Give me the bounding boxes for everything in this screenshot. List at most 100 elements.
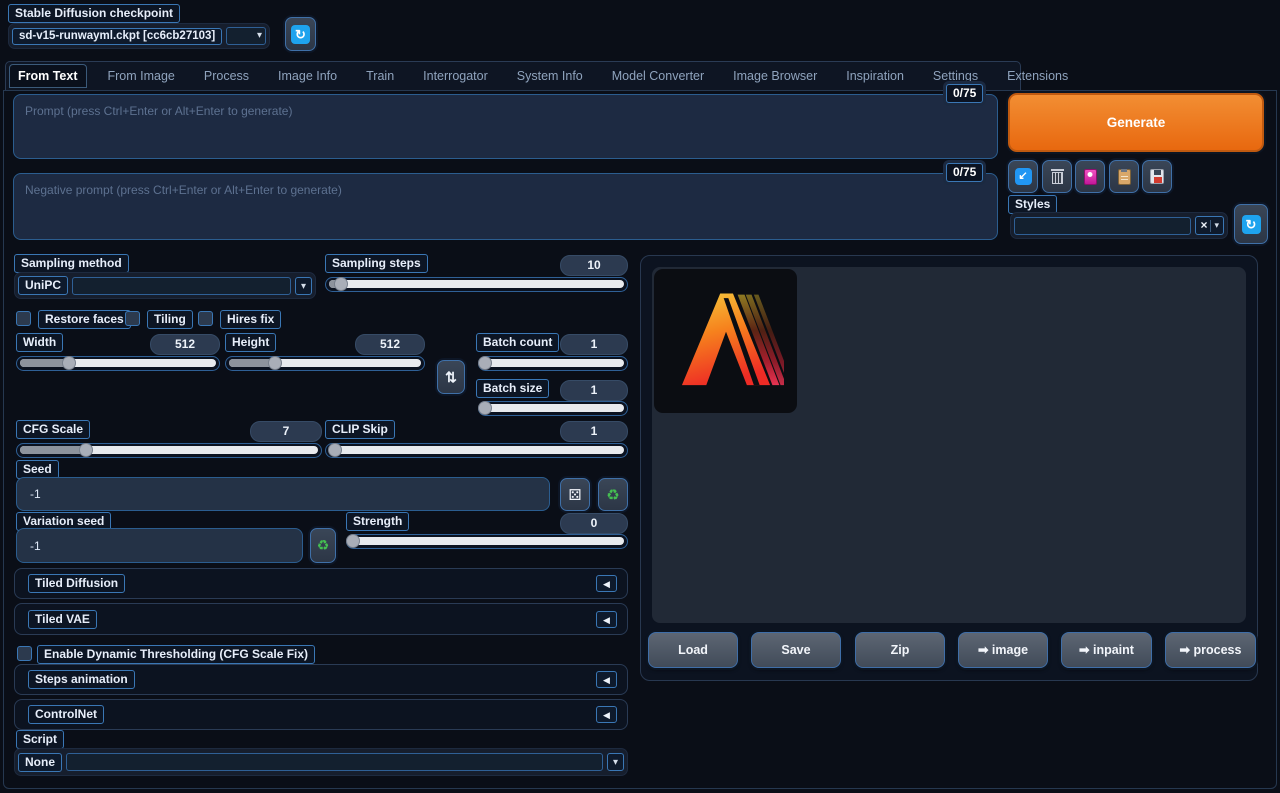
controlnet-label: ControlNet bbox=[28, 705, 104, 724]
height-slider[interactable] bbox=[225, 356, 425, 371]
height-label: Height bbox=[225, 333, 276, 352]
sampling-steps-value[interactable]: 10 bbox=[560, 255, 628, 276]
save-style-button[interactable] bbox=[1142, 160, 1172, 193]
prompt-box bbox=[13, 94, 998, 159]
trash-icon bbox=[1051, 169, 1064, 184]
sampling-method-value[interactable]: UniPC bbox=[18, 276, 68, 295]
reuse-seed-button[interactable]: ♻ bbox=[598, 478, 628, 511]
seed-box bbox=[16, 477, 550, 511]
chevron-down-icon[interactable]: ▾ bbox=[607, 753, 624, 771]
accordion-arrow-icon[interactable]: ◀ bbox=[596, 575, 617, 592]
sampling-steps-label: Sampling steps bbox=[325, 254, 428, 273]
tiled-diffusion-accordion[interactable]: Tiled Diffusion ◀ bbox=[14, 568, 628, 599]
accordion-arrow-icon[interactable]: ◀ bbox=[596, 671, 617, 688]
checkpoint-dropdown[interactable]: sd-v15-runwayml.ckpt [cc6cb27103] ▾ bbox=[8, 23, 270, 49]
sampling-method-label: Sampling method bbox=[14, 254, 129, 273]
styles-clear-icon[interactable]: × bbox=[1200, 217, 1207, 234]
batch-count-slider[interactable] bbox=[478, 356, 628, 371]
tab-system-info[interactable]: System Info bbox=[509, 65, 591, 87]
zip-button[interactable]: Zip bbox=[855, 632, 945, 668]
batch-size-slider[interactable] bbox=[478, 401, 628, 416]
tiled-vae-accordion[interactable]: Tiled VAE ◀ bbox=[14, 603, 628, 635]
send-to-image-button[interactable]: ➡ image bbox=[958, 632, 1048, 668]
random-seed-button[interactable]: ⚄ bbox=[560, 478, 590, 511]
negative-prompt-input[interactable] bbox=[13, 173, 998, 240]
controlnet-accordion[interactable]: ControlNet ◀ bbox=[14, 699, 628, 730]
cfg-scale-slider[interactable] bbox=[16, 443, 322, 458]
generate-button[interactable]: Generate bbox=[1008, 93, 1264, 152]
load-button[interactable]: Load bbox=[648, 632, 738, 668]
chevron-down-icon[interactable]: ▾ bbox=[257, 30, 262, 41]
styles-input[interactable] bbox=[1014, 217, 1191, 235]
steps-animation-accordion[interactable]: Steps animation ◀ bbox=[14, 664, 628, 695]
gallery-thumbnail[interactable] bbox=[654, 269, 797, 413]
styles-refresh-button[interactable]: ↻ bbox=[1234, 204, 1268, 244]
refresh-icon: ↻ bbox=[1242, 215, 1261, 234]
tiling-checkbox[interactable] bbox=[125, 311, 140, 326]
script-input[interactable] bbox=[66, 753, 603, 771]
strength-label: Strength bbox=[346, 512, 409, 531]
sampling-method-input[interactable] bbox=[72, 277, 291, 295]
styles-dropdown[interactable]: × ▾ bbox=[1010, 212, 1228, 239]
tab-interrogator[interactable]: Interrogator bbox=[415, 65, 496, 87]
tab-model-converter[interactable]: Model Converter bbox=[604, 65, 712, 87]
strength-slider[interactable] bbox=[346, 534, 628, 549]
chevron-down-icon[interactable]: ▾ bbox=[295, 277, 312, 295]
tiled-diffusion-label: Tiled Diffusion bbox=[28, 574, 125, 593]
tab-inspiration[interactable]: Inspiration bbox=[838, 65, 912, 87]
variation-seed-input[interactable] bbox=[16, 528, 303, 563]
app-logo bbox=[668, 283, 784, 399]
batch-size-value[interactable]: 1 bbox=[560, 380, 628, 401]
tab-from-image[interactable]: From Image bbox=[100, 65, 183, 87]
checkpoint-search-input[interactable]: ▾ bbox=[226, 27, 266, 45]
negative-prompt-box bbox=[13, 173, 998, 240]
tab-train[interactable]: Train bbox=[358, 65, 402, 87]
clip-skip-slider[interactable] bbox=[325, 443, 628, 458]
restore-faces-checkbox[interactable] bbox=[16, 311, 31, 326]
accordion-arrow-icon[interactable]: ◀ bbox=[596, 706, 617, 723]
hires-fix-checkbox[interactable] bbox=[198, 311, 213, 326]
paste-params-button[interactable]: ↙ bbox=[1008, 160, 1038, 193]
checkpoint-value[interactable]: sd-v15-runwayml.ckpt [cc6cb27103] bbox=[12, 28, 222, 45]
extra-networks-button[interactable] bbox=[1075, 160, 1105, 193]
sampling-method-dropdown[interactable]: UniPC ▾ bbox=[14, 272, 316, 299]
prompt-input[interactable] bbox=[13, 94, 998, 159]
script-value[interactable]: None bbox=[18, 753, 62, 772]
card-icon bbox=[1084, 169, 1097, 185]
height-value[interactable]: 512 bbox=[355, 334, 425, 355]
tab-process[interactable]: Process bbox=[196, 65, 257, 87]
tab-image-browser[interactable]: Image Browser bbox=[725, 65, 825, 87]
tab-bar: From Text From Image Process Image Info … bbox=[5, 61, 1021, 91]
checkpoint-label: Stable Diffusion checkpoint bbox=[8, 4, 180, 23]
cfg-scale-label: CFG Scale bbox=[16, 420, 90, 439]
prompt-token-counter: 0/75 bbox=[946, 84, 983, 103]
checkpoint-refresh-button[interactable]: ↻ bbox=[285, 17, 316, 51]
accordion-arrow-icon[interactable]: ◀ bbox=[596, 611, 617, 628]
reuse-variation-seed-button[interactable]: ♻ bbox=[310, 528, 336, 563]
batch-count-value[interactable]: 1 bbox=[560, 334, 628, 355]
swap-icon: ⇅ bbox=[445, 369, 457, 386]
seed-input[interactable] bbox=[16, 477, 550, 511]
apply-style-button[interactable] bbox=[1109, 160, 1139, 193]
sampling-steps-slider[interactable] bbox=[325, 277, 628, 292]
tab-from-text[interactable]: From Text bbox=[9, 64, 87, 88]
script-dropdown[interactable]: None ▾ bbox=[14, 748, 628, 776]
swap-dimensions-button[interactable]: ⇅ bbox=[437, 360, 465, 394]
tab-extensions[interactable]: Extensions bbox=[999, 65, 1076, 87]
strength-value[interactable]: 0 bbox=[560, 513, 628, 534]
send-to-inpaint-button[interactable]: ➡ inpaint bbox=[1061, 632, 1152, 668]
refresh-icon: ↻ bbox=[291, 25, 310, 44]
width-label: Width bbox=[16, 333, 63, 352]
send-to-process-button[interactable]: ➡ process bbox=[1165, 632, 1256, 668]
width-value[interactable]: 512 bbox=[150, 334, 220, 355]
cfg-scale-value[interactable]: 7 bbox=[250, 421, 322, 442]
styles-chevron-down-icon[interactable]: ▾ bbox=[1214, 220, 1219, 231]
clip-skip-value[interactable]: 1 bbox=[560, 421, 628, 442]
tab-image-info[interactable]: Image Info bbox=[270, 65, 345, 87]
clear-prompt-button[interactable] bbox=[1042, 160, 1072, 193]
paste-icon: ↙ bbox=[1015, 168, 1032, 185]
batch-count-label: Batch count bbox=[476, 333, 559, 352]
width-slider[interactable] bbox=[16, 356, 220, 371]
save-button[interactable]: Save bbox=[751, 632, 841, 668]
dynamic-thresholding-checkbox[interactable] bbox=[17, 646, 32, 661]
